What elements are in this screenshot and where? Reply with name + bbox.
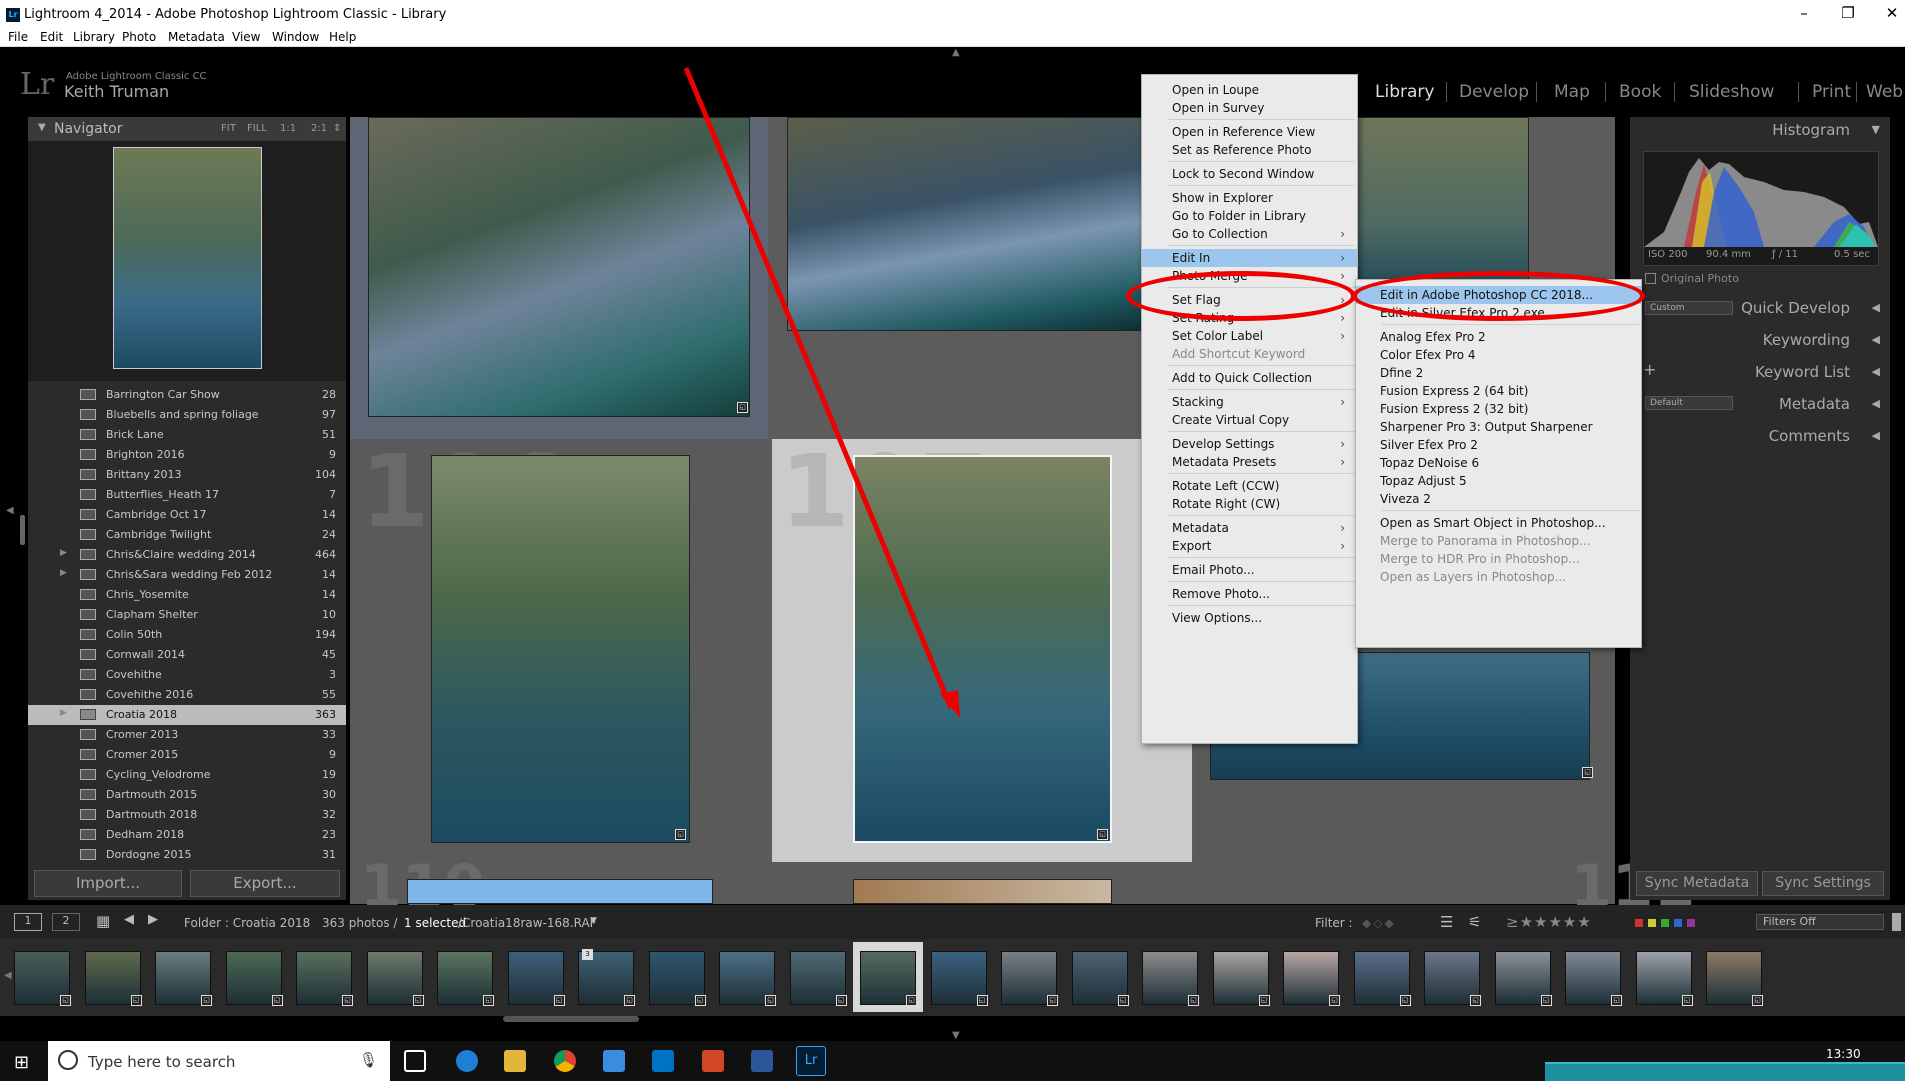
- annotation-arrow-head: [940, 690, 960, 718]
- annotation-arrow-line: [683, 67, 954, 709]
- annotation-overlay: [683, 67, 960, 718]
